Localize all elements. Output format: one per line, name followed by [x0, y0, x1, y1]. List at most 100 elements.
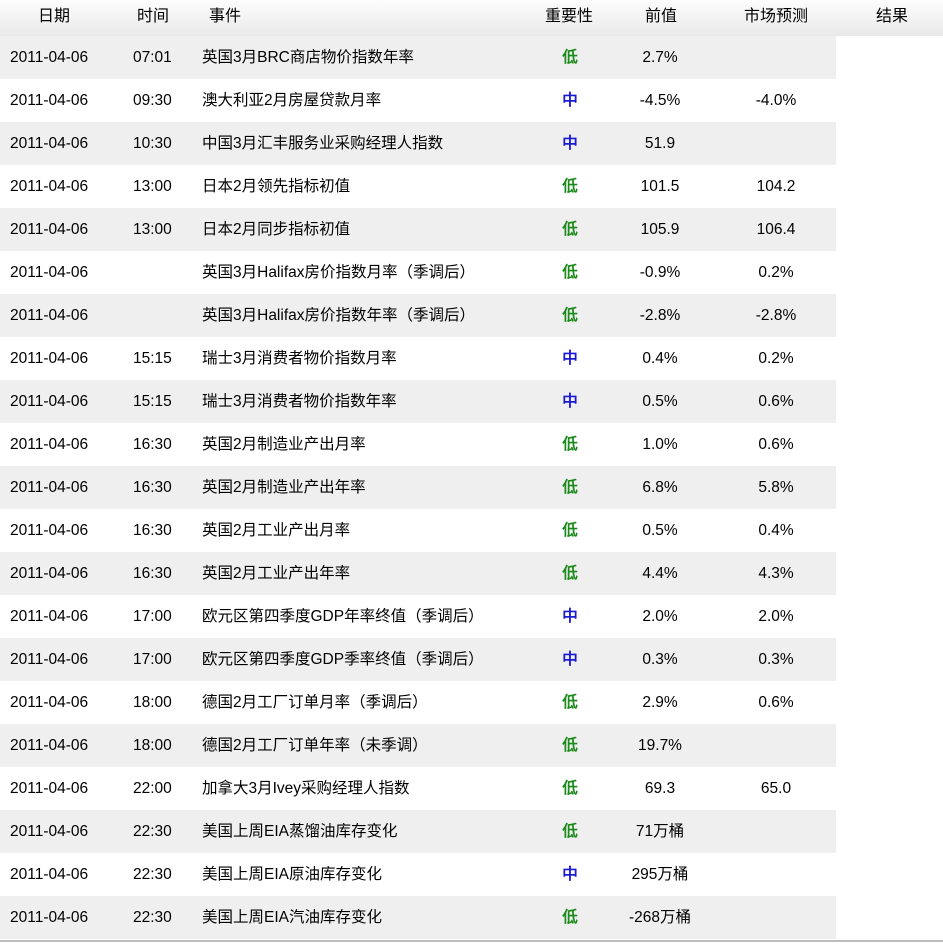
- cell-importance: 低: [562, 737, 578, 754]
- cell-event: 美国上周EIA原油库存变化: [202, 866, 382, 883]
- cell-forecast: 4.3%: [758, 565, 794, 582]
- cell-event: 英国2月制造业产出年率: [202, 479, 366, 496]
- cell-time: 10:30: [133, 135, 172, 152]
- table-row: 2011-04-06 16:30 英国2月工业产出月率 低 0.5% 0.4%: [0, 509, 943, 552]
- cell-time: 13:00: [133, 221, 172, 238]
- cell-importance: 低: [562, 264, 578, 281]
- cell-forecast: 0.6%: [758, 694, 794, 711]
- cell-importance: 低: [562, 436, 578, 453]
- header-previous: 前值: [645, 8, 678, 25]
- cell-previous: 0.3%: [642, 651, 678, 668]
- cell-time: 16:30: [133, 436, 172, 453]
- cell-event: 澳大利亚2月房屋贷款月率: [202, 92, 382, 109]
- cell-time: 22:00: [133, 780, 172, 797]
- cell-date: 2011-04-06: [10, 608, 89, 625]
- cell-date: 2011-04-06: [10, 866, 89, 883]
- cell-date: 2011-04-06: [10, 264, 89, 281]
- cell-time: 22:30: [133, 909, 172, 926]
- cell-event: 日本2月同步指标初值: [202, 221, 351, 238]
- cell-forecast: 104.2: [756, 178, 796, 195]
- cell-event: 瑞士3月消费者物价指数年率: [202, 393, 397, 410]
- cell-event: 英国3月BRC商店物价指数年率: [202, 49, 414, 66]
- table-row: 2011-04-06 13:00 日本2月同步指标初值 低 105.9 106.4: [0, 208, 943, 251]
- cell-date: 2011-04-06: [10, 737, 89, 754]
- cell-time: 09:30: [133, 92, 172, 109]
- cell-time: 18:00: [133, 737, 172, 754]
- cell-date: 2011-04-06: [10, 522, 89, 539]
- table-row: 2011-04-06 07:01 英国3月BRC商店物价指数年率 低 2.7%: [0, 36, 943, 79]
- cell-forecast: -4.0%: [755, 92, 797, 109]
- cell-time: 15:15: [133, 350, 172, 367]
- cell-date: 2011-04-06: [10, 565, 89, 582]
- cell-event: 美国上周EIA汽油库存变化: [202, 909, 382, 926]
- cell-previous: -4.5%: [639, 92, 681, 109]
- table-row: 2011-04-06 17:00 欧元区第四季度GDP季率终值（季调后） 中 0.3% 0…: [0, 638, 943, 681]
- cell-time: 18:00: [133, 694, 172, 711]
- cell-importance: 低: [562, 221, 578, 238]
- cell-event: 英国2月工业产出年率: [202, 565, 351, 582]
- cell-event: 瑞士3月消费者物价指数月率: [202, 350, 397, 367]
- cell-event: 英国3月Halifax房价指数月率（季调后）: [202, 264, 475, 281]
- header-importance: 重要性: [545, 8, 594, 25]
- table-row: 2011-04-06 15:15 瑞士3月消费者物价指数月率 中 0.4% 0.2%: [0, 337, 943, 380]
- table-row: 2011-04-06 10:30 中国3月汇丰服务业采购经理人指数 中 51.9: [0, 122, 943, 165]
- cell-date: 2011-04-06: [10, 694, 89, 711]
- cell-importance: 中: [562, 866, 578, 883]
- cell-time: 16:30: [133, 522, 172, 539]
- cell-importance: 中: [562, 92, 578, 109]
- cell-event: 德国2月工厂订单月率（季调后）: [202, 694, 428, 711]
- cell-date: 2011-04-06: [10, 651, 89, 668]
- cell-time: 13:00: [133, 178, 172, 195]
- cell-event: 日本2月领先指标初值: [202, 178, 351, 195]
- cell-previous: 0.5%: [642, 393, 678, 410]
- cell-previous: 0.5%: [642, 522, 678, 539]
- cell-importance: 低: [562, 522, 578, 539]
- table-row: 2011-04-06 22:30 美国上周EIA蒸馏油库存变化 低 71万桶: [0, 810, 943, 853]
- cell-forecast: 65.0: [760, 780, 792, 797]
- cell-importance: 低: [562, 909, 578, 926]
- table-row: 2011-04-06 18:00 德国2月工厂订单年率（未季调） 低 19.7%: [0, 724, 943, 767]
- table-row: 2011-04-06 英国3月Halifax房价指数月率（季调后） 低 -0.9% 0.…: [0, 251, 943, 294]
- cell-time: 17:00: [133, 608, 172, 625]
- cell-importance: 低: [562, 694, 578, 711]
- table-row: 2011-04-06 09:30 澳大利亚2月房屋贷款月率 中 -4.5% -4.0%: [0, 79, 943, 122]
- cell-date: 2011-04-06: [10, 221, 89, 238]
- table-row: 2011-04-06 18:00 德国2月工厂订单月率（季调后） 低 2.9% 0.6%: [0, 681, 943, 724]
- header-result: 结果: [876, 8, 909, 25]
- cell-date: 2011-04-06: [10, 350, 89, 367]
- cell-previous: 19.7%: [638, 737, 682, 754]
- cell-event: 英国2月工业产出月率: [202, 522, 351, 539]
- cell-event: 欧元区第四季度GDP年率终值（季调后）: [202, 608, 484, 625]
- cell-previous: 0.4%: [642, 350, 678, 367]
- cell-event: 美国上周EIA蒸馏油库存变化: [202, 823, 398, 840]
- cell-event: 加拿大3月Ivey采购经理人指数: [202, 780, 410, 797]
- cell-time: 22:30: [133, 823, 172, 840]
- table-bottom-border: [0, 940, 943, 942]
- cell-time: 22:30: [133, 866, 172, 883]
- cell-time: 16:30: [133, 479, 172, 496]
- cell-date: 2011-04-06: [10, 436, 89, 453]
- cell-previous: 2.0%: [642, 608, 678, 625]
- cell-previous: 2.9%: [642, 694, 678, 711]
- cell-forecast: 0.6%: [758, 393, 794, 410]
- cell-importance: 低: [562, 307, 578, 324]
- cell-date: 2011-04-06: [10, 178, 89, 195]
- cell-previous: 295万桶: [631, 866, 689, 883]
- cell-time: 15:15: [133, 393, 172, 410]
- cell-importance: 低: [562, 565, 578, 582]
- cell-forecast: 2.0%: [758, 608, 794, 625]
- table-row: 2011-04-06 16:30 英国2月工业产出年率 低 4.4% 4.3%: [0, 552, 943, 595]
- table-row: 2011-04-06 17:00 欧元区第四季度GDP年率终值（季调后） 中 2.0% 2…: [0, 595, 943, 638]
- cell-forecast: 0.6%: [758, 436, 794, 453]
- header-date: 日期: [38, 8, 71, 25]
- table-row: 2011-04-06 16:30 英国2月制造业产出年率 低 6.8% 5.8%: [0, 466, 943, 509]
- cell-event: 德国2月工厂订单年率（未季调）: [202, 737, 428, 754]
- cell-event: 中国3月汇丰服务业采购经理人指数: [202, 135, 444, 152]
- cell-importance: 低: [562, 780, 578, 797]
- header-forecast: 市场预测: [744, 8, 809, 25]
- cell-importance: 中: [562, 350, 578, 367]
- cell-previous: -2.8%: [639, 307, 681, 324]
- cell-date: 2011-04-06: [10, 307, 89, 324]
- table-row: 2011-04-06 英国3月Halifax房价指数年率（季调后） 低 -2.8% -2…: [0, 294, 943, 337]
- cell-importance: 低: [562, 479, 578, 496]
